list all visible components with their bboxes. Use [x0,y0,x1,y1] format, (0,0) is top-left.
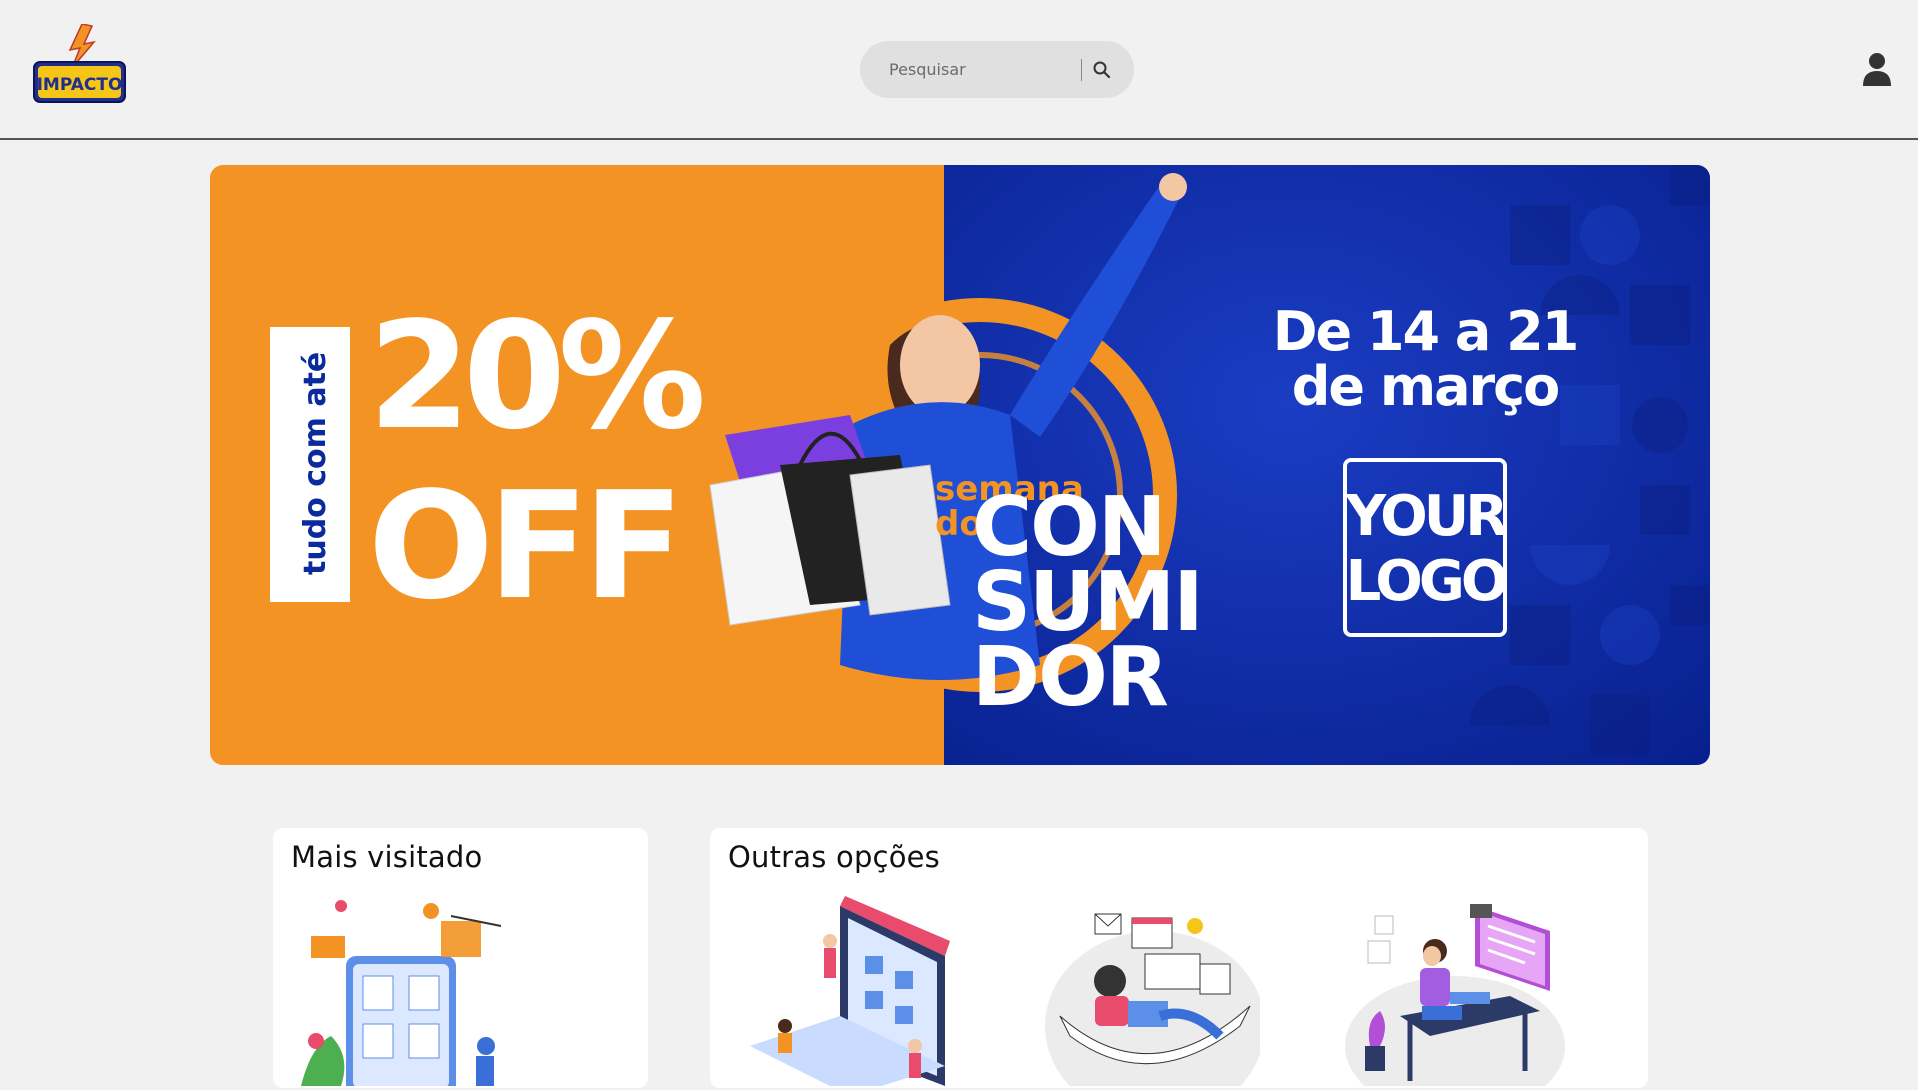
search-icon[interactable] [1088,57,1114,83]
online-shop-illustration[interactable] [291,896,511,1090]
developer-desk-illustration[interactable] [1340,896,1570,1090]
banner-off: OFF [368,460,678,632]
banner-dates-line2: de março [1292,355,1559,418]
most-visited-card: Mais visitado [273,828,648,1090]
other-options-title: Outras opções [728,840,940,874]
logo-text: IMPACTO [37,75,123,95]
promo-banner[interactable]: tudo com até 20% OFF semana do CON SUMI … [210,165,1710,765]
banner-dor: DOR [972,630,1168,725]
banner-discount: 20% [368,290,702,462]
other-options-card: Outras opções [710,828,1648,1090]
search-input[interactable] [887,53,1081,86]
search-bar [860,41,1134,98]
banner-logo-line1: YOUR [1345,484,1508,549]
top-header: IMPACTO [0,0,1918,140]
banner-vertical-text: tudo com até [298,352,333,575]
search-divider [1081,58,1082,81]
impacto-logo[interactable]: IMPACTO [32,23,127,104]
most-visited-title: Mais visitado [291,840,483,874]
banner-logo-line2: LOGO [1346,549,1506,614]
customer-support-illustration[interactable] [1040,896,1265,1090]
banner-dates-line1: De 14 a 21 [1273,300,1578,363]
user-icon[interactable] [1862,52,1892,86]
ecommerce-store-illustration[interactable] [730,896,960,1090]
